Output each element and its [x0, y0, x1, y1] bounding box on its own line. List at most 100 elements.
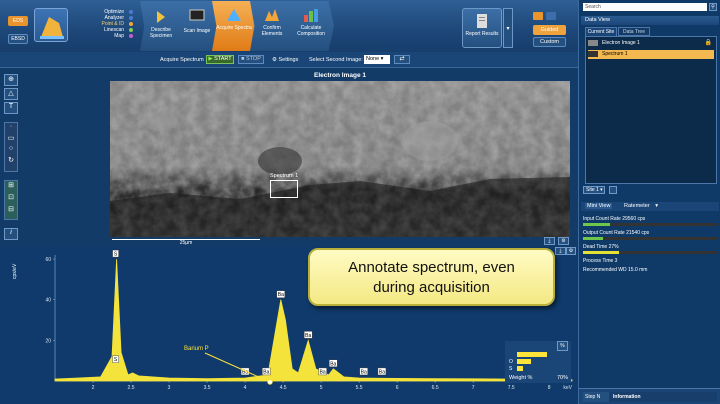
ellipse-tool-icon[interactable]: ○ — [5, 145, 17, 156]
weight-bar-o — [517, 352, 547, 357]
percent-toggle[interactable]: % — [557, 341, 568, 351]
scan-tools: ⊞ ⊡ ⊟ — [4, 180, 18, 220]
x-tick-label: 6 — [396, 385, 399, 391]
rectangle-tool-icon[interactable]: ▭ — [5, 134, 17, 145]
start-button[interactable]: ▶ START — [206, 55, 234, 64]
element-s: S — [509, 366, 513, 372]
acquire-spectrum-label: Acquire Spectrum — [160, 57, 204, 63]
ratemeter-dropdown-icon[interactable]: ▾ — [655, 203, 658, 209]
spectrum-thumbnail-icon — [588, 50, 598, 57]
triangle-tool-icon[interactable]: △ — [4, 88, 18, 100]
layout-alt-icon[interactable] — [546, 12, 556, 20]
project-icon[interactable] — [34, 8, 68, 42]
ebsd-button[interactable]: EBSD — [8, 34, 28, 44]
settings-link[interactable]: ⚙ Settings — [272, 57, 298, 63]
y-tick-label: 40 — [45, 298, 51, 304]
nav-map[interactable]: Map — [78, 33, 136, 39]
guided-button[interactable]: Guided — [533, 25, 566, 35]
x-tick-label: 4 — [244, 385, 247, 391]
arrow-icon — [157, 11, 165, 23]
report-icon — [477, 14, 487, 28]
swap-icon[interactable]: ⇄ — [394, 55, 410, 64]
weight-bar-o2 — [517, 359, 531, 364]
x-tick-label: 2 — [92, 385, 95, 391]
shape-tools: · ▭ ○ ↻ — [4, 122, 18, 172]
input-rate-bar — [583, 223, 717, 226]
freehand-tool-icon[interactable]: ↻ — [5, 156, 17, 167]
stop-button[interactable]: ■ STOP — [238, 55, 264, 64]
tab-mini-view[interactable]: Mini View — [585, 203, 613, 209]
step-acquire-spectra[interactable]: Acquire Spectra — [212, 1, 256, 51]
monitor-icon — [189, 9, 205, 21]
tab-ratemeter[interactable]: Ratemeter — [624, 203, 650, 209]
site-select[interactable]: Site 1 ▾ — [583, 186, 605, 194]
tree-item-spectrum-1[interactable]: Spectrum 1 — [588, 50, 714, 59]
peak-label: Ba — [305, 333, 311, 339]
search-icon[interactable]: ⚲ — [709, 3, 717, 11]
peak-label: Ba — [263, 369, 269, 375]
sem-texture — [110, 81, 570, 237]
custom-button[interactable]: Custom — [533, 37, 566, 47]
step-calculate-composition[interactable]: Calculate Composition — [288, 1, 334, 51]
weight-label: Weight % — [509, 375, 533, 381]
tab-information[interactable]: Information — [609, 392, 717, 402]
spectrum-1-box[interactable] — [270, 180, 298, 198]
callout-line-1: Annotate spectrum, even — [348, 259, 515, 276]
step-describe-specimen[interactable]: Describe Specimen — [140, 1, 182, 51]
image-title: Electron Image 1 — [313, 72, 367, 79]
text-tool-icon[interactable]: T — [4, 102, 18, 114]
tab-step-notes[interactable]: Step N — [583, 392, 609, 402]
info-icon[interactable]: i — [4, 228, 18, 240]
search-input[interactable]: Search — [583, 3, 707, 11]
pan-tool-icon[interactable]: ⊡ — [5, 193, 17, 205]
eds-button[interactable]: EDS — [8, 16, 28, 26]
dead-time-bar — [583, 251, 717, 254]
tree-item-electron-image[interactable]: Electron Image 1 🔒 — [588, 39, 714, 48]
second-image-select[interactable]: None ▾ — [364, 55, 390, 64]
spectrum-label: Spectrum 1 — [270, 173, 299, 179]
right-sidebar: Search ⚲ Data View Current Site Data Tre… — [578, 0, 720, 404]
electron-image[interactable]: Spectrum 1 — [110, 81, 570, 237]
weight-value: 70% — [557, 375, 569, 381]
image-export-icon[interactable]: ⤓ — [544, 237, 555, 245]
layout-icon[interactable] — [533, 12, 543, 20]
image-settings-icon[interactable]: ⚙ — [558, 237, 569, 245]
peak-label: Ba — [379, 369, 385, 375]
x-tick-label: 7.5 — [508, 385, 515, 391]
data-tree-panel: Electron Image 1 🔒 Spectrum 1 — [585, 36, 717, 184]
report-results-button[interactable]: Report Results — [462, 8, 502, 48]
point-tool-icon[interactable]: · — [5, 123, 17, 134]
step-confirm-elements[interactable]: Confirm Elements — [250, 1, 294, 51]
x-tick-label: 5.5 — [356, 385, 363, 391]
x-tick-label: 5 — [320, 385, 323, 391]
callout-line-2: during acquisition — [373, 279, 490, 296]
x-tick-label: 4.5 — [280, 385, 287, 391]
recommended-wd: Recommended WD 15.0 mm — [583, 267, 648, 273]
process-time: Process Time 3 — [583, 258, 618, 264]
site-new-icon[interactable] — [609, 186, 617, 194]
y-tick-label: 60 — [45, 257, 51, 263]
barium-annotation[interactable]: Barium P — [184, 346, 209, 352]
zoom-tool-icon[interactable]: ⊞ — [5, 181, 17, 193]
element-o: O — [509, 359, 513, 365]
tab-data-tree[interactable]: Data Tree — [618, 27, 650, 36]
weight-bar-s — [517, 366, 523, 371]
annotation-arrow — [204, 352, 271, 383]
main-panel: Acquire Spectrum ▶ START ■ STOP ⚙ Settin… — [0, 52, 578, 404]
select-second-image-label: Select Second Image: — [309, 57, 363, 63]
report-dropdown-chevron-icon[interactable]: ▾ — [503, 8, 513, 48]
image-tools: ⊕ △ T · ▭ ○ ↻ ⊞ ⊡ ⊟ i — [4, 74, 18, 240]
x-tick-label: 2.5 — [128, 385, 135, 391]
mini-view-header: Mini View Ratemeter ▾ — [581, 202, 719, 211]
dead-time: Dead Time 27% — [583, 244, 619, 250]
fit-tool-icon[interactable]: ⊟ — [5, 205, 17, 217]
peak-label: Ba — [330, 361, 336, 367]
step-scan-image[interactable]: Scan Image — [176, 1, 218, 51]
peak-label: Ba — [278, 292, 284, 298]
select-tool-icon[interactable]: ⊕ — [4, 74, 18, 86]
tab-current-site[interactable]: Current Site — [585, 27, 617, 36]
y-tick-label: 20 — [45, 338, 51, 344]
x-tick-label: 3 — [168, 385, 171, 391]
lock-icon[interactable]: 🔒 — [705, 39, 712, 48]
output-rate-bar — [583, 237, 717, 240]
